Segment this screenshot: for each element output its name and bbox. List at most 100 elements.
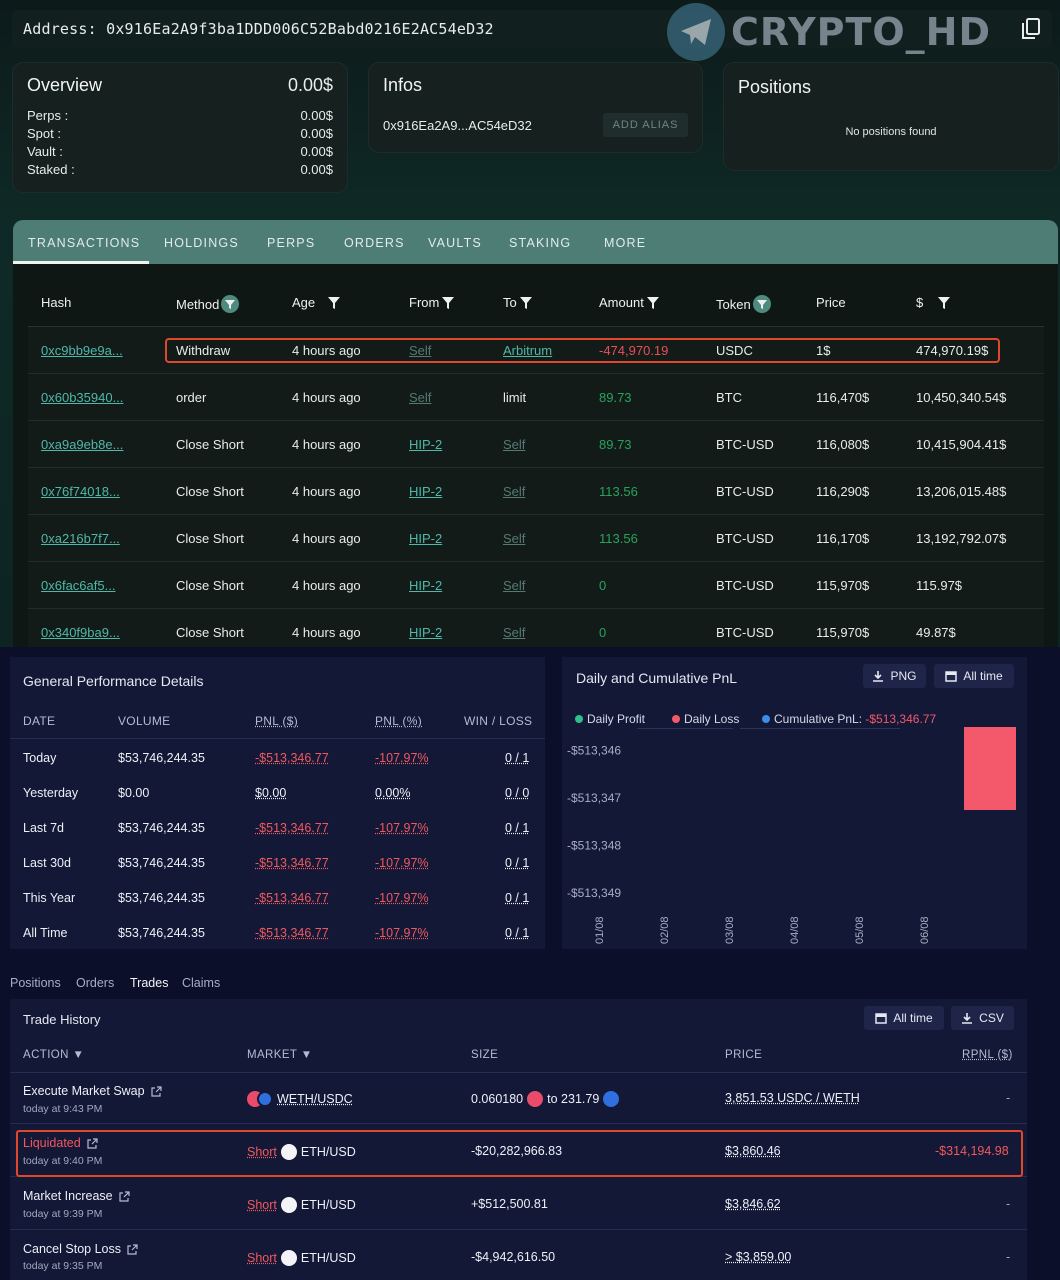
col-market[interactable]: MARKET ▼ [247,1049,313,1061]
infos-address: 0x916Ea2A9...AC54eD32 [383,118,532,133]
table-row[interactable]: 0x6fac6af5... Close Short 4 hours ago HI… [28,562,1044,609]
trade-rpnl: - [1006,1197,1011,1211]
trade-size: +$512,500.81 [471,1197,548,1211]
time-range-button[interactable]: All time [864,1006,944,1030]
x-tick-label: 06/08 [919,916,931,944]
tx-price: 116,080$ [816,437,870,452]
add-alias-button[interactable]: ADD ALIAS [603,113,688,137]
table-row[interactable]: 0xa216b7f7... Close Short 4 hours ago HI… [28,515,1044,562]
no-positions-text: No positions found [845,126,937,138]
trade-time: today at 9:43 PM [23,1103,103,1115]
tx-from-link[interactable]: HIP-2 [409,625,442,640]
tx-from-link[interactable]: HIP-2 [409,578,442,593]
trade-action[interactable]: Cancel Stop Loss [23,1242,138,1256]
tab-transactions[interactable]: TRANSACTIONS [28,236,140,250]
overview-total: 0.00$ [287,75,333,95]
header-usd[interactable]: $ [916,295,951,310]
col-size: SIZE [471,1049,499,1061]
tx-to-link[interactable]: Self [503,531,525,546]
copy-icon[interactable] [1022,18,1040,40]
calendar-icon [875,1013,888,1024]
tx-amount: 0 [599,578,607,593]
tx-to-link[interactable]: Self [503,484,525,499]
trade-time: today at 9:35 PM [23,1260,103,1272]
tx-from-link[interactable]: HIP-2 [409,437,442,452]
tab-staking[interactable]: STAKING [509,236,571,250]
tx-age: 4 hours ago [292,578,361,593]
tx-hash-link[interactable]: 0xc9bb9e9a... [41,343,123,358]
external-link-icon[interactable] [119,1190,130,1202]
trade-rpnl: - [1006,1250,1011,1264]
divider [10,738,545,739]
performance-title: General Performance Details [23,673,204,689]
filter-icon[interactable] [441,296,455,310]
trade-price: 3,851.53 USDC / WETH [725,1091,860,1105]
filter-icon[interactable]: ▼ [72,1049,84,1061]
daily-loss-bar [964,727,1016,811]
filter-icon[interactable] [221,295,240,313]
col-rpnl: RPNL ($) [962,1049,1013,1061]
header-amount[interactable]: Amount [599,295,660,310]
trade-market[interactable]: WETH/USDC [247,1091,353,1107]
trade-action[interactable]: Market Increase [23,1189,130,1203]
y-tick-label: -$513,349 [567,886,621,900]
table-header: Hash Method Age From To Amount Token Pri… [28,278,1044,327]
tx-amount: 113.56 [599,531,638,546]
csv-export-button[interactable]: CSV [951,1006,1014,1030]
subtab-orders[interactable]: Orders [76,976,114,990]
tx-from-link[interactable]: HIP-2 [409,484,442,499]
filter-icon[interactable] [519,296,533,310]
filter-icon[interactable] [327,296,341,310]
tx-from-link[interactable]: Self [409,390,431,405]
subtab-trades[interactable]: Trades [130,976,168,990]
header-method[interactable]: Method [176,295,240,313]
header-token[interactable]: Token [716,295,771,313]
subtab-claims[interactable]: Claims [182,976,220,990]
tx-hash-link[interactable]: 0x60b35940... [41,390,123,405]
trade-market[interactable]: Short ETH/USD [247,1197,356,1213]
tx-to-link[interactable]: Self [503,437,525,452]
trade-market[interactable]: Short ETH/USD [247,1250,356,1266]
divider [10,1123,1027,1124]
tx-hash-link[interactable]: 0x76f74018... [41,484,120,499]
header-to[interactable]: To [503,295,533,310]
transactions-table: Hash Method Age From To Amount Token Pri… [28,278,1044,647]
tx-hash-link[interactable]: 0xa216b7f7... [41,531,120,546]
filter-icon[interactable] [752,295,771,313]
subtab-positions[interactable]: Positions [10,976,61,990]
trade-action[interactable]: Execute Market Swap [23,1084,162,1098]
tab-more[interactable]: MORE [604,236,646,250]
tx-from-link[interactable]: HIP-2 [409,531,442,546]
tab-holdings[interactable]: HOLDINGS [164,236,239,250]
tab-perps[interactable]: PERPS [267,236,315,250]
tab-vaults[interactable]: VAULTS [428,236,482,250]
y-tick-label: -$513,346 [567,744,621,758]
external-link-icon[interactable] [127,1243,138,1255]
header-hash: Hash [41,295,72,310]
header-age[interactable]: Age [292,295,341,310]
address-label: Address: [23,20,97,38]
trade-size: -$4,942,616.50 [471,1250,556,1264]
tx-hash-link[interactable]: 0xa9a9eb8e... [41,437,123,452]
tx-amount: 0 [599,625,607,640]
x-tick-label: 05/08 [854,916,866,944]
external-link-icon[interactable] [150,1085,162,1097]
tx-to-link[interactable]: Self [503,578,525,593]
col-action[interactable]: ACTION ▼ [23,1049,84,1061]
divider [10,1229,1027,1230]
wallet-address[interactable]: 0x916Ea2A9f3ba1DDD006C52Babd0216E2AC54eD… [106,20,494,38]
table-row[interactable]: 0xa9a9eb8e... Close Short 4 hours ago HI… [28,421,1044,468]
tx-hash-link[interactable]: 0x340f9ba9... [41,625,120,640]
filter-icon[interactable] [937,296,951,310]
header-from[interactable]: From [409,295,455,310]
table-row[interactable]: 0x340f9ba9... Close Short 4 hours ago HI… [28,609,1044,647]
table-row[interactable]: 0x60b35940... order 4 hours ago Self lim… [28,374,1044,421]
trade-price: $3,846.62 [725,1197,781,1211]
tx-hash-link[interactable]: 0x6fac6af5... [41,578,115,593]
table-row[interactable]: 0x76f74018... Close Short 4 hours ago HI… [28,468,1044,515]
filter-icon[interactable] [646,296,660,310]
tab-orders[interactable]: ORDERS [344,236,405,250]
x-tick-label: 02/08 [659,916,671,944]
filter-icon[interactable]: ▼ [301,1049,313,1061]
tx-to-link[interactable]: Self [503,625,525,640]
